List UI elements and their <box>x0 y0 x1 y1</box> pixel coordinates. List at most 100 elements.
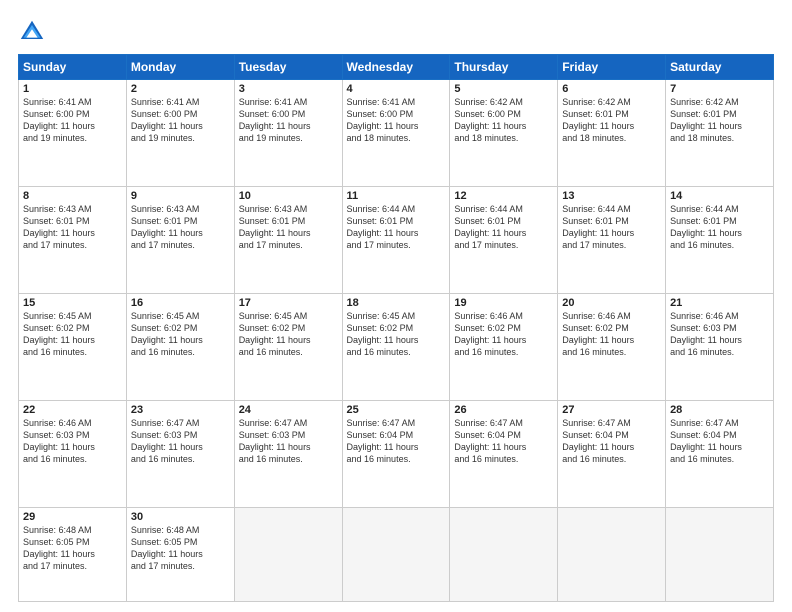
day-number: 6 <box>562 83 661 95</box>
day-info: Sunrise: 6:44 AM Sunset: 6:01 PM Dayligh… <box>562 203 661 252</box>
calendar-cell: 5Sunrise: 6:42 AM Sunset: 6:00 PM Daylig… <box>450 80 558 187</box>
calendar-cell: 3Sunrise: 6:41 AM Sunset: 6:00 PM Daylig… <box>234 80 342 187</box>
calendar-cell: 26Sunrise: 6:47 AM Sunset: 6:04 PM Dayli… <box>450 400 558 507</box>
day-number: 19 <box>454 297 553 309</box>
day-info: Sunrise: 6:47 AM Sunset: 6:03 PM Dayligh… <box>131 417 230 466</box>
logo <box>18 18 50 46</box>
day-info: Sunrise: 6:44 AM Sunset: 6:01 PM Dayligh… <box>347 203 446 252</box>
calendar-cell: 28Sunrise: 6:47 AM Sunset: 6:04 PM Dayli… <box>666 400 774 507</box>
calendar-cell: 23Sunrise: 6:47 AM Sunset: 6:03 PM Dayli… <box>126 400 234 507</box>
day-info: Sunrise: 6:41 AM Sunset: 6:00 PM Dayligh… <box>131 96 230 145</box>
day-info: Sunrise: 6:45 AM Sunset: 6:02 PM Dayligh… <box>131 310 230 359</box>
calendar-cell: 22Sunrise: 6:46 AM Sunset: 6:03 PM Dayli… <box>19 400 127 507</box>
day-number: 18 <box>347 297 446 309</box>
day-number: 21 <box>670 297 769 309</box>
day-info: Sunrise: 6:46 AM Sunset: 6:03 PM Dayligh… <box>670 310 769 359</box>
day-number: 24 <box>239 404 338 416</box>
day-info: Sunrise: 6:46 AM Sunset: 6:03 PM Dayligh… <box>23 417 122 466</box>
day-number: 3 <box>239 83 338 95</box>
day-info: Sunrise: 6:47 AM Sunset: 6:04 PM Dayligh… <box>562 417 661 466</box>
col-header-friday: Friday <box>558 55 666 80</box>
calendar-cell: 1Sunrise: 6:41 AM Sunset: 6:00 PM Daylig… <box>19 80 127 187</box>
day-number: 12 <box>454 190 553 202</box>
day-info: Sunrise: 6:48 AM Sunset: 6:05 PM Dayligh… <box>131 524 230 573</box>
day-info: Sunrise: 6:41 AM Sunset: 6:00 PM Dayligh… <box>347 96 446 145</box>
calendar-cell: 18Sunrise: 6:45 AM Sunset: 6:02 PM Dayli… <box>342 293 450 400</box>
day-info: Sunrise: 6:43 AM Sunset: 6:01 PM Dayligh… <box>131 203 230 252</box>
calendar-cell: 9Sunrise: 6:43 AM Sunset: 6:01 PM Daylig… <box>126 186 234 293</box>
calendar-cell: 11Sunrise: 6:44 AM Sunset: 6:01 PM Dayli… <box>342 186 450 293</box>
calendar-cell: 20Sunrise: 6:46 AM Sunset: 6:02 PM Dayli… <box>558 293 666 400</box>
calendar-cell: 6Sunrise: 6:42 AM Sunset: 6:01 PM Daylig… <box>558 80 666 187</box>
day-number: 23 <box>131 404 230 416</box>
col-header-tuesday: Tuesday <box>234 55 342 80</box>
day-number: 20 <box>562 297 661 309</box>
day-info: Sunrise: 6:43 AM Sunset: 6:01 PM Dayligh… <box>239 203 338 252</box>
calendar-cell: 24Sunrise: 6:47 AM Sunset: 6:03 PM Dayli… <box>234 400 342 507</box>
logo-icon <box>18 18 46 46</box>
day-number: 22 <box>23 404 122 416</box>
col-header-wednesday: Wednesday <box>342 55 450 80</box>
day-number: 7 <box>670 83 769 95</box>
calendar-cell: 7Sunrise: 6:42 AM Sunset: 6:01 PM Daylig… <box>666 80 774 187</box>
day-number: 1 <box>23 83 122 95</box>
calendar-cell: 12Sunrise: 6:44 AM Sunset: 6:01 PM Dayli… <box>450 186 558 293</box>
day-info: Sunrise: 6:43 AM Sunset: 6:01 PM Dayligh… <box>23 203 122 252</box>
day-info: Sunrise: 6:47 AM Sunset: 6:04 PM Dayligh… <box>670 417 769 466</box>
calendar-cell: 14Sunrise: 6:44 AM Sunset: 6:01 PM Dayli… <box>666 186 774 293</box>
day-info: Sunrise: 6:42 AM Sunset: 6:01 PM Dayligh… <box>562 96 661 145</box>
col-header-thursday: Thursday <box>450 55 558 80</box>
calendar-cell <box>450 507 558 601</box>
day-number: 11 <box>347 190 446 202</box>
page: SundayMondayTuesdayWednesdayThursdayFrid… <box>0 0 792 612</box>
day-info: Sunrise: 6:41 AM Sunset: 6:00 PM Dayligh… <box>239 96 338 145</box>
calendar-cell: 29Sunrise: 6:48 AM Sunset: 6:05 PM Dayli… <box>19 507 127 601</box>
col-header-saturday: Saturday <box>666 55 774 80</box>
day-info: Sunrise: 6:47 AM Sunset: 6:04 PM Dayligh… <box>347 417 446 466</box>
calendar-cell: 15Sunrise: 6:45 AM Sunset: 6:02 PM Dayli… <box>19 293 127 400</box>
day-number: 8 <box>23 190 122 202</box>
day-info: Sunrise: 6:45 AM Sunset: 6:02 PM Dayligh… <box>23 310 122 359</box>
calendar-cell: 13Sunrise: 6:44 AM Sunset: 6:01 PM Dayli… <box>558 186 666 293</box>
calendar-cell: 19Sunrise: 6:46 AM Sunset: 6:02 PM Dayli… <box>450 293 558 400</box>
day-number: 27 <box>562 404 661 416</box>
calendar-cell: 16Sunrise: 6:45 AM Sunset: 6:02 PM Dayli… <box>126 293 234 400</box>
day-info: Sunrise: 6:48 AM Sunset: 6:05 PM Dayligh… <box>23 524 122 573</box>
day-number: 28 <box>670 404 769 416</box>
calendar-cell: 17Sunrise: 6:45 AM Sunset: 6:02 PM Dayli… <box>234 293 342 400</box>
day-number: 16 <box>131 297 230 309</box>
day-number: 10 <box>239 190 338 202</box>
calendar-cell <box>234 507 342 601</box>
calendar-table: SundayMondayTuesdayWednesdayThursdayFrid… <box>18 54 774 602</box>
calendar-cell: 21Sunrise: 6:46 AM Sunset: 6:03 PM Dayli… <box>666 293 774 400</box>
day-number: 26 <box>454 404 553 416</box>
calendar-cell: 25Sunrise: 6:47 AM Sunset: 6:04 PM Dayli… <box>342 400 450 507</box>
calendar-cell: 27Sunrise: 6:47 AM Sunset: 6:04 PM Dayli… <box>558 400 666 507</box>
day-info: Sunrise: 6:44 AM Sunset: 6:01 PM Dayligh… <box>454 203 553 252</box>
calendar-cell <box>558 507 666 601</box>
day-number: 2 <box>131 83 230 95</box>
day-info: Sunrise: 6:44 AM Sunset: 6:01 PM Dayligh… <box>670 203 769 252</box>
day-number: 13 <box>562 190 661 202</box>
day-info: Sunrise: 6:42 AM Sunset: 6:01 PM Dayligh… <box>670 96 769 145</box>
calendar-cell: 4Sunrise: 6:41 AM Sunset: 6:00 PM Daylig… <box>342 80 450 187</box>
day-info: Sunrise: 6:46 AM Sunset: 6:02 PM Dayligh… <box>562 310 661 359</box>
day-number: 15 <box>23 297 122 309</box>
calendar-cell <box>342 507 450 601</box>
day-number: 9 <box>131 190 230 202</box>
day-info: Sunrise: 6:45 AM Sunset: 6:02 PM Dayligh… <box>239 310 338 359</box>
day-info: Sunrise: 6:41 AM Sunset: 6:00 PM Dayligh… <box>23 96 122 145</box>
day-info: Sunrise: 6:45 AM Sunset: 6:02 PM Dayligh… <box>347 310 446 359</box>
col-header-sunday: Sunday <box>19 55 127 80</box>
day-number: 14 <box>670 190 769 202</box>
col-header-monday: Monday <box>126 55 234 80</box>
calendar-cell: 8Sunrise: 6:43 AM Sunset: 6:01 PM Daylig… <box>19 186 127 293</box>
day-info: Sunrise: 6:46 AM Sunset: 6:02 PM Dayligh… <box>454 310 553 359</box>
day-number: 17 <box>239 297 338 309</box>
header <box>18 18 774 46</box>
calendar-cell: 10Sunrise: 6:43 AM Sunset: 6:01 PM Dayli… <box>234 186 342 293</box>
day-number: 4 <box>347 83 446 95</box>
day-info: Sunrise: 6:47 AM Sunset: 6:03 PM Dayligh… <box>239 417 338 466</box>
calendar-cell: 2Sunrise: 6:41 AM Sunset: 6:00 PM Daylig… <box>126 80 234 187</box>
day-number: 5 <box>454 83 553 95</box>
